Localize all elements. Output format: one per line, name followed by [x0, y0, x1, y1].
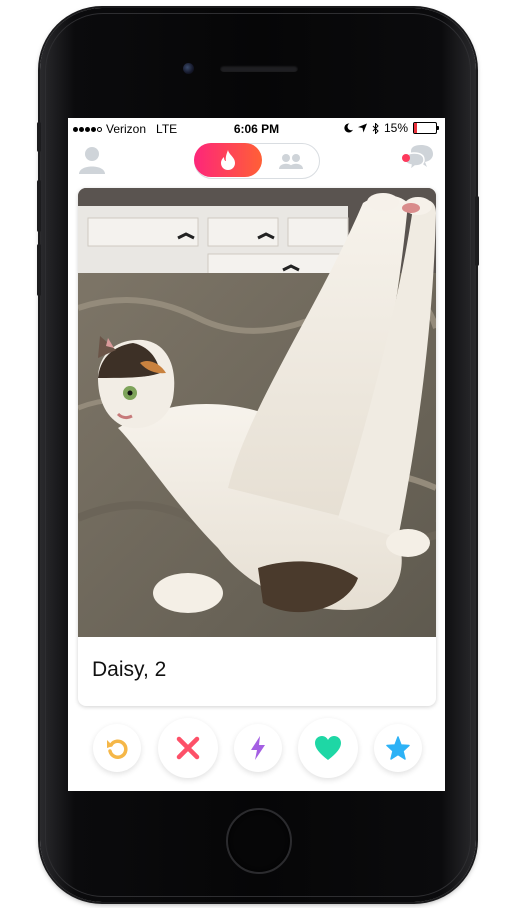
- mute-switch: [37, 122, 41, 152]
- boost-button[interactable]: [234, 724, 282, 772]
- flame-icon: [221, 150, 235, 170]
- profile-name-age: Daisy, 2: [92, 658, 167, 681]
- home-button[interactable]: [226, 808, 292, 874]
- toggle-flame-segment[interactable]: [194, 143, 262, 177]
- heart-icon: [315, 736, 341, 760]
- profile-photo: [78, 188, 436, 637]
- like-button[interactable]: [298, 718, 358, 778]
- rewind-icon: [107, 739, 128, 759]
- earpiece-speaker: [220, 65, 298, 72]
- status-bar: Verizon LTE 6:06 PM 15%: [68, 118, 445, 138]
- volume-down-button: [37, 244, 41, 296]
- bluetooth-icon: [372, 122, 379, 134]
- profile-card[interactable]: Daisy, 2: [78, 188, 436, 706]
- action-bar: [68, 718, 445, 780]
- battery-percent: 15%: [383, 121, 408, 135]
- toggle-group-segment[interactable]: [262, 144, 319, 178]
- x-icon: [176, 736, 200, 760]
- volume-up-button: [37, 180, 41, 232]
- status-right: 15%: [344, 121, 439, 135]
- battery-level: [414, 123, 418, 133]
- group-icon: [278, 154, 303, 169]
- lightning-icon: [251, 736, 265, 760]
- profile-icon[interactable]: [78, 145, 106, 175]
- rewind-button[interactable]: [93, 724, 141, 772]
- star-icon: [386, 736, 410, 760]
- location-arrow-icon: [357, 123, 367, 133]
- notification-dot: [402, 154, 410, 162]
- nope-button[interactable]: [158, 718, 218, 778]
- messages-icon[interactable]: [401, 145, 435, 175]
- top-nav: [68, 140, 445, 186]
- battery-icon: [413, 122, 439, 134]
- moon-icon: [344, 123, 353, 133]
- power-button: [475, 196, 479, 266]
- discovery-mode-toggle[interactable]: [194, 143, 320, 179]
- front-camera: [183, 63, 194, 74]
- super-like-button[interactable]: [374, 724, 422, 772]
- app-screen: Verizon LTE 6:06 PM 15% Daisy, 2: [68, 118, 445, 791]
